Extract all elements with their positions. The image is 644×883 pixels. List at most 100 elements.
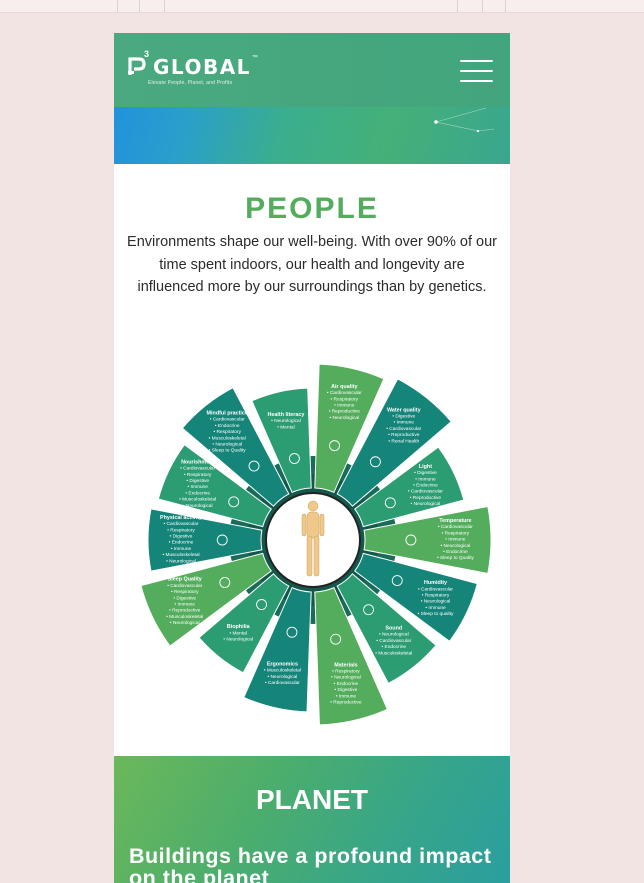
segment-item: • Musculoskeletal bbox=[179, 497, 216, 503]
segment-title: Mindful practice bbox=[207, 410, 248, 416]
brand-logo[interactable]: 3 GLOBAL ™ Elevate People, Planet, and P… bbox=[128, 49, 258, 86]
segment-item: • Cardiovascular bbox=[408, 489, 443, 495]
segment-title: Materials bbox=[334, 662, 357, 668]
segment-item: • Neurological bbox=[411, 501, 441, 507]
segment-item: • Immune bbox=[334, 402, 355, 408]
segment-item: • Sleep to Quality bbox=[437, 555, 474, 561]
segment-item: • Cardiovascular bbox=[265, 680, 300, 686]
segment-item: • Reproductive bbox=[169, 608, 201, 614]
segment-item: • Respiratory bbox=[184, 472, 212, 478]
segment-item: • Cardiovascular bbox=[438, 524, 473, 530]
segment-item: • Neurological bbox=[166, 558, 196, 564]
segment-item: • Cardiovascular bbox=[418, 586, 453, 592]
top-divider bbox=[164, 0, 165, 12]
top-strip bbox=[0, 0, 644, 13]
segment-item: • Neurological bbox=[223, 637, 253, 643]
segment-item: • Musculoskeletal bbox=[162, 552, 199, 558]
mobile-page: 3 GLOBAL ™ Elevate People, Planet, and P… bbox=[114, 33, 510, 883]
segment-item: • Cardiovascular bbox=[167, 583, 202, 589]
segment-item: • Sleep to Quality bbox=[209, 448, 246, 454]
segment-item: • Endocrine bbox=[334, 681, 359, 687]
segment-item: • Musculoskeletal bbox=[166, 614, 203, 620]
segment-item: • Cardiovascular bbox=[180, 466, 215, 472]
segment-item: • Reproductive bbox=[329, 409, 361, 415]
segment-item: • Neurological bbox=[212, 441, 242, 447]
segment-item: • Endocrine bbox=[413, 482, 438, 488]
segment-item: • Digestive bbox=[170, 534, 193, 540]
segment-item: • Neurological bbox=[183, 503, 213, 509]
menu-line bbox=[460, 70, 493, 72]
planet-section: PLANET Buildings have a profound impact … bbox=[114, 756, 510, 883]
segment-title: Sleep Quality bbox=[168, 577, 202, 583]
segment-item: • Digestive bbox=[414, 470, 437, 476]
segment-item: • Respiratory bbox=[332, 669, 360, 675]
segment-item: • Respiratory bbox=[422, 593, 450, 599]
segment-item: • Endocrine bbox=[169, 540, 194, 546]
segment-item: • Digestive bbox=[173, 595, 196, 601]
segment-item: • Cardiovascular bbox=[210, 417, 245, 423]
segment-title: Ergonomics bbox=[267, 661, 298, 667]
segment-item: • Cardiovascular bbox=[163, 521, 198, 527]
people-section: PEOPLE Environments shape our well-being… bbox=[114, 164, 510, 756]
segment-item: • Renal Health bbox=[388, 438, 419, 444]
segment-item: • Mental bbox=[277, 424, 294, 430]
segment-item: • Immune bbox=[336, 693, 357, 699]
segment-item: • Neurological bbox=[441, 543, 471, 549]
people-title: PEOPLE bbox=[245, 192, 379, 225]
segment-title: Light bbox=[419, 464, 432, 470]
segment-item: • Endocrine bbox=[215, 423, 240, 429]
segment-item: • Cardiovascular bbox=[327, 390, 362, 396]
segment-item: • Cardiovascular bbox=[376, 638, 411, 644]
brand-name: GLOBAL bbox=[153, 55, 251, 79]
segment-title: Nourishment bbox=[181, 459, 214, 465]
trademark-symbol: ™ bbox=[251, 55, 258, 61]
segment-title: Biophilia bbox=[227, 624, 251, 630]
segment-title: Health literacy bbox=[268, 412, 305, 418]
segment-item: • Endocrine bbox=[443, 549, 468, 555]
segment-title: Temperature bbox=[439, 518, 471, 524]
segment-item: • Immune bbox=[445, 537, 466, 543]
planet-subtitle: Buildings have a profound impact on the … bbox=[129, 844, 492, 883]
hamburger-menu-icon[interactable] bbox=[460, 58, 494, 84]
menu-line bbox=[460, 80, 493, 82]
segment-item: • Reproductive bbox=[388, 432, 420, 438]
brand-tagline: Elevate People, Planet, and Profits bbox=[148, 80, 233, 86]
segment-item: • Reproductive bbox=[410, 495, 442, 501]
segment-item: • Immune bbox=[415, 476, 436, 482]
segment-item: • Respiratory bbox=[442, 530, 470, 536]
segment-item: • Immune bbox=[394, 420, 415, 426]
segment-item: • Neurological bbox=[170, 620, 200, 626]
planet-title: PLANET bbox=[256, 784, 368, 815]
segment-item: • Mental bbox=[229, 630, 246, 636]
segment-item: • Respiratory bbox=[167, 527, 195, 533]
segment-item: • Musculoskeletal bbox=[264, 668, 301, 674]
segment-item: • Endocrine bbox=[185, 490, 210, 496]
segment-title: Humidity bbox=[424, 580, 447, 586]
segment-item: • Reproductive bbox=[330, 700, 362, 706]
segment-title: Air quality bbox=[331, 384, 357, 390]
segment-item: • Neurological bbox=[268, 674, 298, 680]
segment-item: • Respiratory bbox=[171, 589, 199, 595]
segment-item: • Digestive bbox=[392, 413, 415, 419]
segment-item: • Musculoskeletal bbox=[209, 435, 246, 441]
segment-title: Sound bbox=[385, 626, 402, 632]
segment-item: • Neurological bbox=[379, 632, 409, 638]
segment-item: • Neurological bbox=[271, 418, 301, 424]
segment-item: • Respiratory bbox=[213, 429, 241, 435]
segment-item: • Cardiovascular bbox=[386, 426, 421, 432]
segment-item: • Endocrine bbox=[381, 644, 406, 650]
segment-item: • Immune bbox=[188, 484, 209, 490]
segment-item: • Immune bbox=[425, 605, 446, 611]
segment-item: • Musculoskeletal bbox=[375, 650, 412, 656]
top-divider bbox=[457, 0, 458, 12]
segment-item: • Immune bbox=[175, 602, 196, 608]
network-decoration bbox=[434, 107, 495, 133]
wellness-wheel-diagram: Air quality• Cardiovascular• Respiratory… bbox=[140, 363, 492, 726]
top-divider bbox=[482, 0, 483, 12]
menu-line bbox=[460, 60, 493, 62]
segment-item: • Digestive bbox=[186, 478, 209, 484]
segment-item: • Neurological bbox=[329, 415, 359, 421]
top-divider bbox=[117, 0, 118, 12]
segment-item: • Immune bbox=[171, 546, 192, 552]
segment-item: • Respiratory bbox=[331, 396, 359, 402]
